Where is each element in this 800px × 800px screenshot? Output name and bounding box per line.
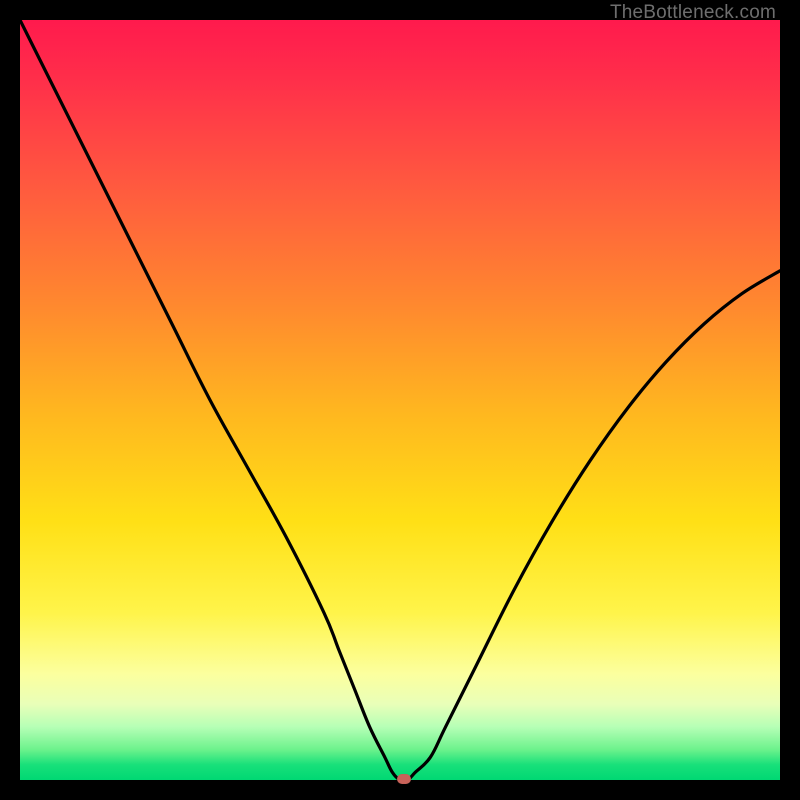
chart-frame: TheBottleneck.com: [0, 0, 800, 800]
bottleneck-curve: [20, 20, 780, 780]
plot-area: [20, 20, 780, 780]
min-marker: [397, 774, 411, 784]
curve-path: [20, 20, 780, 781]
